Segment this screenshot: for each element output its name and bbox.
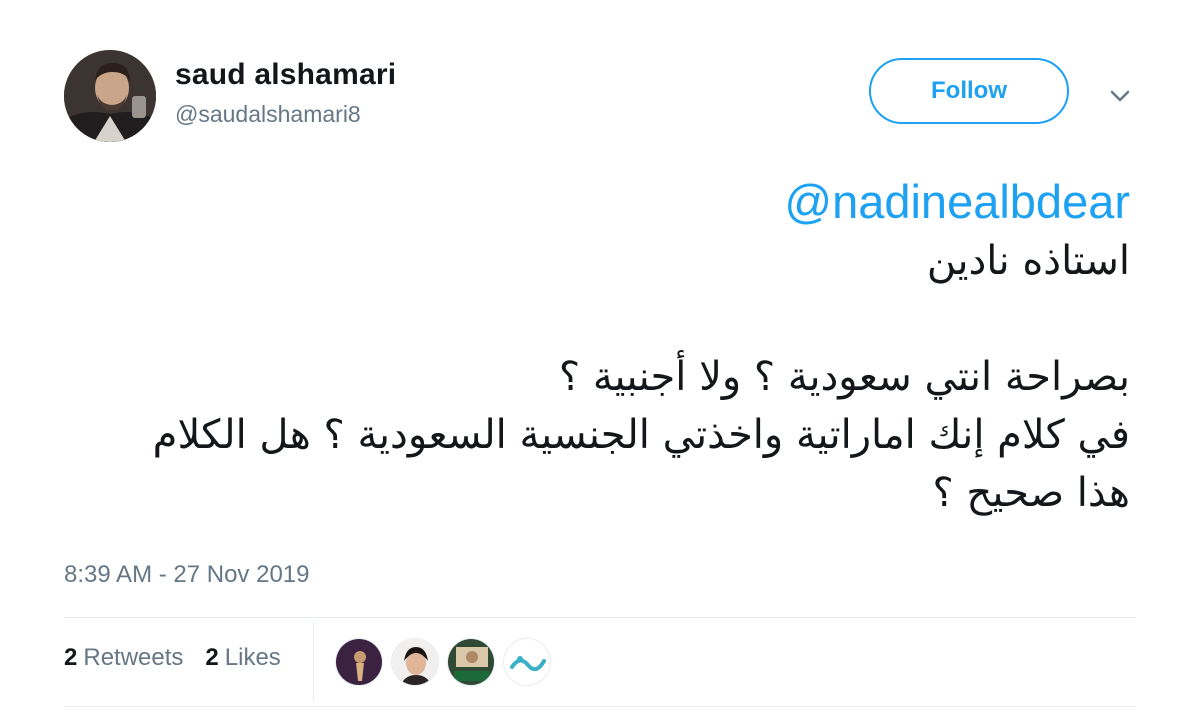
tweet-line: هذا صحيح ؟ [932, 470, 1130, 516]
chevron-down-icon[interactable] [1106, 84, 1134, 108]
mention-link[interactable]: @nadinealbdear [50, 172, 1130, 232]
retweets-count: 2 [64, 644, 78, 671]
liker-avatar[interactable] [335, 638, 383, 686]
author-display-name[interactable]: saud alshamari [175, 58, 396, 92]
liker-avatar-image [448, 639, 494, 685]
tweet-line: استاذه نادين [926, 238, 1130, 284]
author-avatar[interactable] [64, 50, 156, 142]
avatar-image [64, 50, 156, 142]
tweet-line: بصراحة انتي سعودية ؟ ولا أجنبية ؟ [558, 354, 1130, 400]
likes-stat[interactable]: 2 Likes [205, 644, 280, 672]
likes-label: Likes [224, 644, 281, 671]
tweet-card: saud alshamari @saudalshamari8 Follow @n… [0, 0, 1200, 722]
liker-avatar-image [392, 639, 438, 685]
liker-avatar[interactable] [447, 638, 495, 686]
liker-avatars [335, 638, 559, 686]
divider [64, 706, 1136, 707]
retweets-stat[interactable]: 2 Retweets [64, 644, 183, 672]
retweets-label: Retweets [83, 644, 184, 671]
liker-avatar[interactable] [391, 638, 439, 686]
liker-avatar-image [504, 639, 550, 685]
author-handle[interactable]: @saudalshamari8 [175, 101, 361, 128]
engagement-stats: 2 Retweets 2 Likes [64, 644, 303, 672]
tweet-timestamp[interactable]: 8:39 AM - 27 Nov 2019 [64, 561, 309, 589]
likes-count: 2 [205, 644, 219, 671]
liker-avatar[interactable] [503, 638, 551, 686]
tweet-line: في كلام إنك اماراتية واخذتي الجنسية السع… [152, 412, 1130, 458]
follow-button[interactable]: Follow [869, 58, 1069, 124]
divider [64, 617, 1136, 618]
tweet-text: @nadinealbdear استاذه نادين بصراحة انتي … [50, 172, 1130, 522]
liker-avatar-image [336, 639, 382, 685]
stats-separator [313, 622, 314, 702]
